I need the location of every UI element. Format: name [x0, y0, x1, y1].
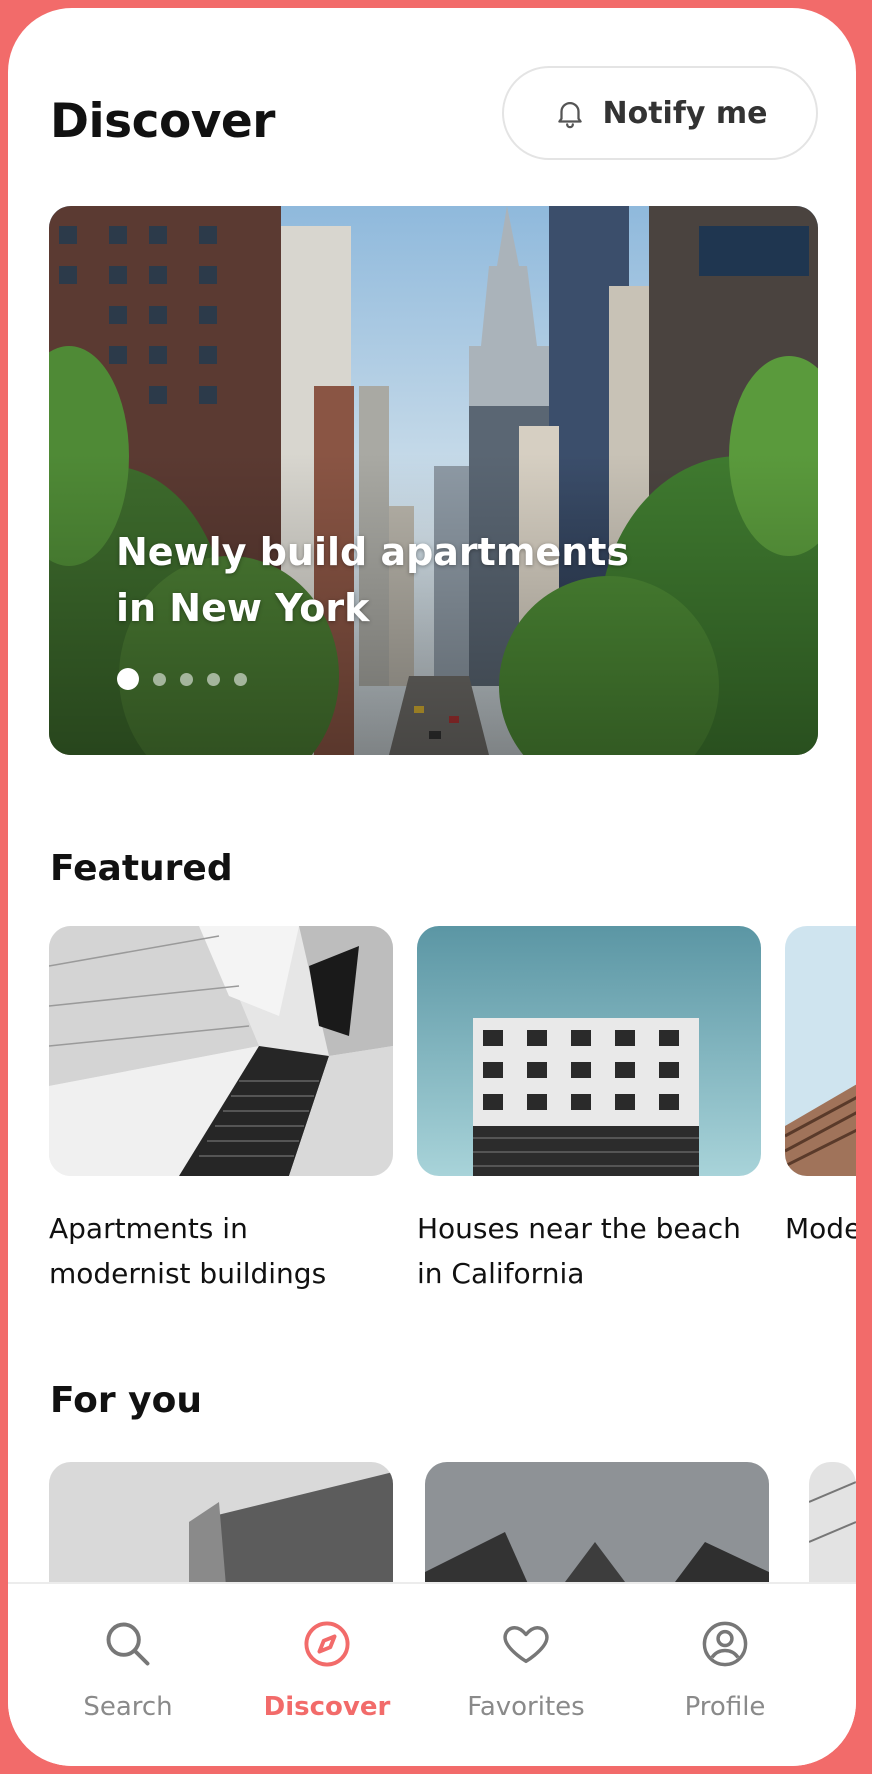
heart-icon — [503, 1626, 549, 1664]
hero-carousel[interactable]: Newly build apartments in New York — [49, 206, 818, 755]
notify-me-label: Notify me — [602, 95, 768, 131]
nav-label: Favorites — [467, 1692, 585, 1722]
carousel-dot-3[interactable] — [180, 672, 193, 686]
nav-label: Discover — [263, 1692, 391, 1722]
featured-card-image — [785, 926, 856, 1176]
page-title: Discover — [50, 94, 275, 149]
bell-icon — [557, 102, 582, 129]
nav-label: Search — [83, 1692, 173, 1722]
featured-card-caption: Mode — [785, 1212, 856, 1245]
compass-icon — [304, 1621, 350, 1667]
carousel-dot-4[interactable] — [207, 672, 220, 686]
nav-item-profile[interactable]: Profile — [635, 1618, 815, 1722]
featured-card-modernist[interactable]: Apartments in modernist buildings — [49, 926, 393, 1296]
featured-card-beach[interactable]: Houses near the beach in California — [417, 926, 761, 1296]
notify-me-button[interactable]: Notify me — [502, 66, 818, 160]
search-icon — [106, 1622, 150, 1666]
app-screen: Discover Notify me Newly build apartment… — [8, 8, 856, 1766]
carousel-dot-5[interactable] — [234, 672, 247, 686]
carousel-pagination[interactable] — [117, 668, 247, 690]
carousel-dot-2[interactable] — [153, 672, 166, 686]
featured-card-caption: Apartments in modernist buildings — [49, 1212, 327, 1290]
for-you-heading: For you — [50, 1380, 202, 1421]
featured-card-image — [417, 926, 761, 1176]
bottom-navigation: Search Discover Favorites Profile — [8, 1582, 856, 1766]
nav-item-favorites[interactable]: Favorites — [436, 1618, 616, 1722]
carousel-dot-1[interactable] — [117, 668, 139, 690]
nav-item-discover[interactable]: Discover — [237, 1618, 417, 1722]
featured-card-caption: Houses near the beach in California — [417, 1212, 741, 1290]
hero-title: Newly build apartments in New York — [116, 530, 630, 630]
nav-item-search[interactable]: Search — [38, 1618, 218, 1722]
featured-card-modern[interactable]: Mode — [785, 926, 856, 1251]
user-circle-icon — [702, 1621, 748, 1667]
featured-heading: Featured — [50, 848, 233, 889]
featured-card-image — [49, 926, 393, 1176]
nav-label: Profile — [684, 1692, 766, 1722]
